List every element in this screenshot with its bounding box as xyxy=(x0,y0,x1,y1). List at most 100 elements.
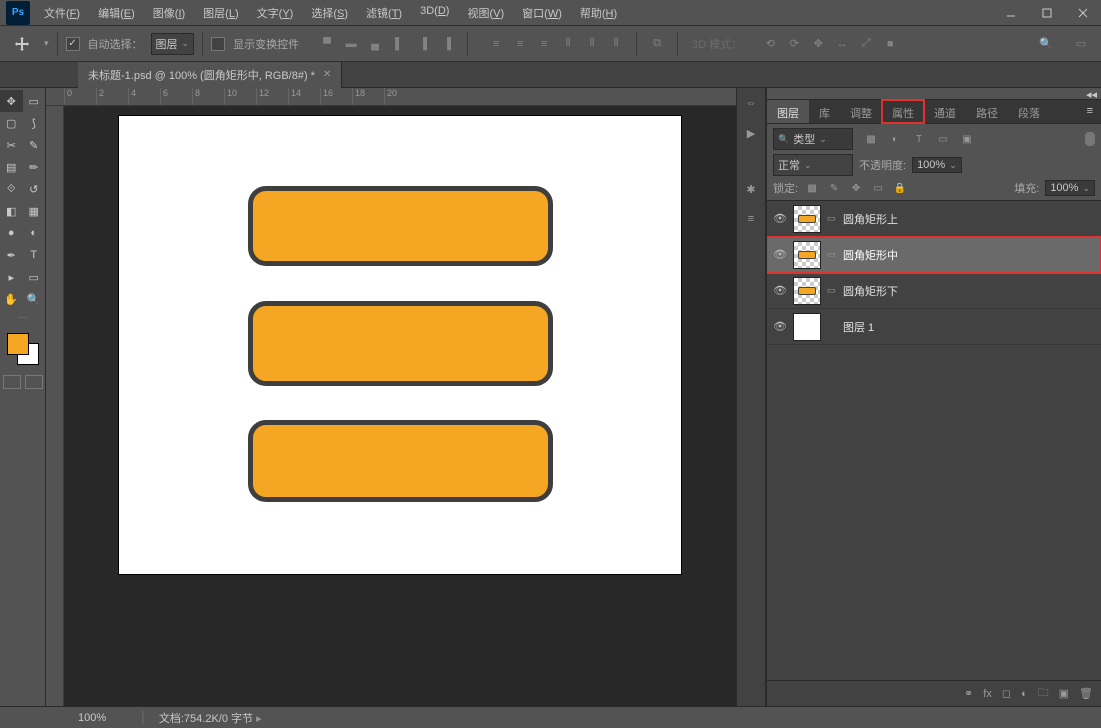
rounded-rect-bottom[interactable] xyxy=(248,420,553,502)
move-tool-icon[interactable] xyxy=(8,30,36,58)
layer-filter-toggle[interactable] xyxy=(1085,132,1095,146)
layer-name[interactable]: 圆角矩形中 xyxy=(843,247,898,263)
auto-select-checkbox[interactable] xyxy=(66,37,80,51)
align-vcenter-icon[interactable]: ▬ xyxy=(339,32,363,56)
zoom-value[interactable]: 100% xyxy=(78,712,128,724)
foreground-color-swatch[interactable] xyxy=(7,333,29,355)
tab-libraries[interactable]: 库 xyxy=(809,100,840,123)
orbit-icon[interactable]: ⟲ xyxy=(758,32,782,56)
layer-thumbnail[interactable] xyxy=(793,241,821,269)
layer-row[interactable]: 👁 图层 1 xyxy=(767,309,1101,345)
eyedropper-tool[interactable]: ✎ xyxy=(23,134,46,156)
menu-type[interactable]: 文字(Y) xyxy=(249,1,302,25)
dock-icon-3[interactable]: ✱ xyxy=(740,178,762,200)
visibility-icon[interactable]: 👁 xyxy=(773,284,787,297)
marquee-tool[interactable]: ▢ xyxy=(0,112,23,134)
layer-row[interactable]: 👁 ▭ 圆角矩形下 xyxy=(767,273,1101,309)
layer-name[interactable]: 圆角矩形下 xyxy=(843,283,898,299)
panel-menu-icon[interactable]: ≡ xyxy=(1079,100,1101,123)
distribute-hcenter-icon[interactable]: ⦀ xyxy=(580,32,604,56)
lock-pixels-icon[interactable]: ▩ xyxy=(804,180,820,196)
layer-name[interactable]: 圆角矩形上 xyxy=(843,211,898,227)
tab-adjustments[interactable]: 调整 xyxy=(840,100,882,123)
artboard-tool[interactable]: ▭ xyxy=(23,90,46,112)
distribute-vcenter-icon[interactable]: ≡ xyxy=(508,32,532,56)
visibility-icon[interactable]: 👁 xyxy=(773,248,787,261)
layer-thumbnail[interactable] xyxy=(793,277,821,305)
search-icon[interactable]: 🔍 xyxy=(1031,33,1061,54)
menu-edit[interactable]: 编辑(E) xyxy=(90,1,143,25)
layer-name[interactable]: 图层 1 xyxy=(843,319,874,335)
quick-mask-toggle[interactable] xyxy=(3,375,43,389)
color-swatches[interactable] xyxy=(5,331,41,367)
canvas-viewport[interactable] xyxy=(64,106,736,706)
distribute-left-icon[interactable]: ⦀ xyxy=(556,32,580,56)
quick-mask-icon[interactable] xyxy=(25,375,43,389)
delete-layer-icon[interactable]: 🗑 xyxy=(1079,687,1093,700)
menu-3d[interactable]: 3D(D) xyxy=(412,1,457,25)
distribute-top-icon[interactable]: ≡ xyxy=(484,32,508,56)
tab-paths[interactable]: 路径 xyxy=(966,100,1008,123)
close-tab-icon[interactable]: ✕ xyxy=(323,69,331,80)
auto-select-target[interactable]: 图层 xyxy=(151,33,195,55)
distribute-bottom-icon[interactable]: ≡ xyxy=(532,32,556,56)
path-select-tool[interactable]: ▸ xyxy=(0,266,23,288)
layer-thumbnail[interactable] xyxy=(793,313,821,341)
blur-tool[interactable]: ● xyxy=(0,222,23,244)
filter-smart-icon[interactable]: ▣ xyxy=(959,131,975,147)
hand-tool[interactable]: ✋ xyxy=(0,288,23,310)
menu-window[interactable]: 窗口(W) xyxy=(514,1,570,25)
history-brush-tool[interactable]: ↺ xyxy=(23,178,46,200)
align-hcenter-icon[interactable]: ▐ xyxy=(411,32,435,56)
menu-select[interactable]: 选择(S) xyxy=(303,1,356,25)
menu-help[interactable]: 帮助(H) xyxy=(572,1,625,25)
dock-icon-2[interactable]: ▶ xyxy=(740,122,762,144)
distribute-right-icon[interactable]: ⦀ xyxy=(604,32,628,56)
adjustment-layer-icon[interactable]: ◐ xyxy=(1021,688,1028,700)
brush-tool[interactable]: ✏ xyxy=(23,156,46,178)
layer-row[interactable]: 👁 ▭ 圆角矩形上 xyxy=(767,201,1101,237)
standard-mode-icon[interactable] xyxy=(3,375,21,389)
menu-image[interactable]: 图像(I) xyxy=(145,1,193,25)
fill-value[interactable]: 100% xyxy=(1045,180,1095,196)
shape-tool[interactable]: ▭ xyxy=(23,266,46,288)
zoom3d-icon[interactable]: ⤢ xyxy=(854,32,878,56)
slide-icon[interactable]: ↔ xyxy=(830,32,854,56)
zoom-tool[interactable]: 🔍 xyxy=(23,288,46,310)
lock-paint-icon[interactable]: ✎ xyxy=(826,180,842,196)
dock-icon-1[interactable]: ⇔ xyxy=(740,92,762,114)
rounded-rect-top[interactable] xyxy=(248,186,553,266)
minimize-button[interactable] xyxy=(993,0,1029,26)
lock-position-icon[interactable]: ✥ xyxy=(848,180,864,196)
align-right-icon[interactable]: ▐ xyxy=(435,32,459,56)
gradient-tool[interactable]: ▦ xyxy=(23,200,46,222)
lock-artboard-icon[interactable]: ▭ xyxy=(870,180,886,196)
eraser-tool[interactable]: ◧ xyxy=(0,200,23,222)
opacity-value[interactable]: 100% xyxy=(912,157,962,173)
dodge-tool[interactable]: ◐ xyxy=(23,222,46,244)
layer-style-icon[interactable]: fx xyxy=(983,688,992,700)
overlap-icon[interactable]: ⧉ xyxy=(645,32,669,56)
document-tab[interactable]: 未标题-1.psd @ 100% (圆角矩形中, RGB/8#) * ✕ xyxy=(78,62,342,88)
frame-tool[interactable]: ▤ xyxy=(0,156,23,178)
visibility-icon[interactable]: 👁 xyxy=(773,212,787,225)
maximize-button[interactable] xyxy=(1029,0,1065,26)
document-info[interactable]: 文档:754.2K/0 字节 xyxy=(159,710,262,726)
ruler-horizontal[interactable]: 0 2 4 6 8 10 12 14 16 18 20 xyxy=(46,88,736,106)
visibility-icon[interactable]: 👁 xyxy=(773,320,787,333)
crop-tool[interactable]: ✂ xyxy=(0,134,23,156)
align-top-icon[interactable]: ▀ xyxy=(315,32,339,56)
link-layers-icon[interactable]: ⚭ xyxy=(964,687,973,700)
layer-mask-icon[interactable]: ◻ xyxy=(1002,687,1011,700)
clone-tool[interactable]: ⟐ xyxy=(0,178,23,200)
align-left-icon[interactable]: ▌ xyxy=(387,32,411,56)
type-tool[interactable]: T xyxy=(23,244,46,266)
filter-shape-icon[interactable]: ▭ xyxy=(935,131,951,147)
rounded-rect-middle[interactable] xyxy=(248,301,553,386)
blend-mode-select[interactable]: 正常 xyxy=(773,154,853,176)
panels-collapse-grip[interactable]: ◂◂ xyxy=(767,88,1101,100)
canvas[interactable] xyxy=(119,116,681,574)
group-icon[interactable]: 🗀 xyxy=(1038,684,1049,703)
workspace-icon[interactable]: ▭ xyxy=(1069,32,1093,56)
move-tool[interactable]: ✥ xyxy=(0,90,23,112)
